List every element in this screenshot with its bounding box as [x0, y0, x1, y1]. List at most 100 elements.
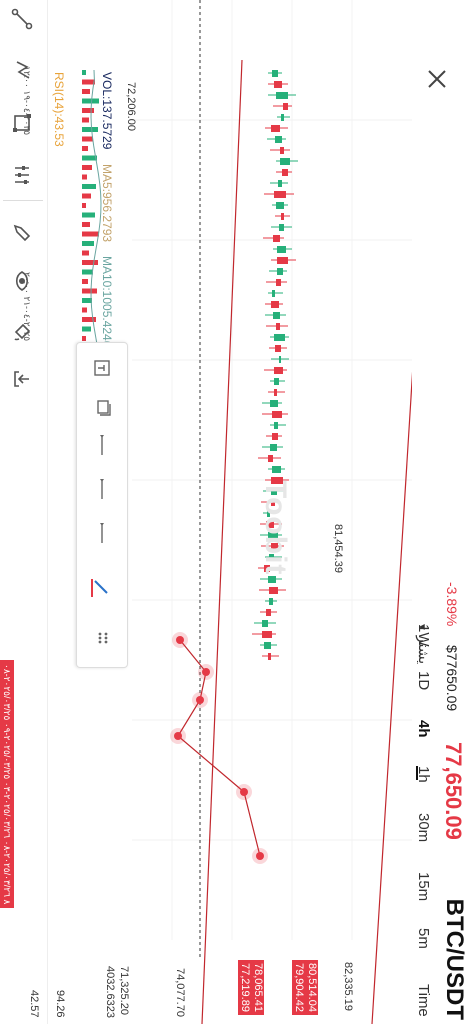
volume-bar: [82, 336, 86, 341]
candle-body: [272, 290, 275, 297]
volume-bar: [82, 269, 93, 275]
timeframe-bar: Time 5m 15m 30m 1h 4h 1D 1W: [412, 0, 472, 1024]
candle-body: [276, 92, 288, 99]
volume-bar: [82, 307, 87, 313]
tf-1d[interactable]: 1D: [415, 671, 432, 690]
drawing-point: [176, 636, 184, 644]
volume-bar: [82, 193, 91, 199]
connect-dots-icon[interactable]: [7, 4, 37, 34]
candle-body: [276, 279, 281, 286]
candle-body: [282, 169, 288, 176]
volume-bar: [82, 117, 89, 123]
candle-body: [275, 136, 282, 143]
line-style-1-icon: [100, 523, 104, 543]
price-axis-label-bottom: 74,077.70: [174, 968, 186, 1017]
tf-time[interactable]: Time: [415, 984, 432, 1017]
volume-bar: [82, 70, 86, 75]
candle-body: [269, 587, 278, 594]
tf-1w[interactable]: 1W: [415, 624, 432, 647]
tf-4h[interactable]: 4h: [415, 720, 432, 738]
trend-line-1: [371, 59, 412, 1024]
candle-body: [270, 444, 277, 451]
candle-body: [275, 345, 281, 352]
candle-body: [272, 433, 278, 440]
candle-body: [270, 400, 278, 407]
trend-line-2: [201, 59, 243, 1024]
drawing-point: [256, 852, 264, 860]
candle-body: [283, 103, 288, 110]
candle-body: [272, 70, 278, 77]
download-icon: [14, 371, 29, 387]
volume-bar: [82, 279, 88, 284]
pencil-tag-icon[interactable]: [7, 218, 37, 248]
candle-body: [274, 191, 286, 198]
candle-body: [274, 378, 279, 385]
download-icon[interactable]: [7, 364, 37, 394]
volume-bar: [82, 108, 94, 113]
candle-body: [271, 125, 280, 132]
connect-dots-icon: [11, 8, 33, 30]
pen-line-tool[interactable]: [89, 575, 115, 601]
volume-bar: [82, 222, 90, 227]
rsi-axis-label-2: 42.57: [28, 990, 40, 1018]
tf-30m[interactable]: 30m: [415, 813, 432, 842]
volume-bar: [82, 317, 96, 322]
volume-bar: [82, 79, 95, 85]
drawing-point: [240, 788, 248, 796]
candle-body: [274, 81, 282, 88]
line-style-3-icon: [100, 435, 104, 455]
toolbar-divider: [3, 200, 43, 201]
volume-bar: [82, 184, 96, 189]
text-tool[interactable]: [89, 355, 115, 381]
volume-axis-label-1: 71,325.20: [118, 966, 130, 1015]
volume-bar: [82, 260, 98, 265]
low-annotation: 72,206.00: [125, 82, 137, 131]
line-style-1[interactable]: [89, 521, 115, 547]
sliders-icon: [15, 166, 29, 184]
screen: BTC/USDT 77,650.09 $77650.09 -3.89% ▼ يش…: [0, 0, 472, 1024]
drawing-point: [174, 732, 182, 740]
line-style-2-icon: [100, 479, 104, 499]
price-tag-2: 79,904.42: [292, 960, 305, 1015]
price-tag-3: 78,065.41: [251, 960, 264, 1015]
candle-body: [273, 312, 280, 319]
time-label-1: ٢٠٢٥-٠٤-١٩ ١٢:٠٠: [22, 66, 32, 136]
tf-15m[interactable]: 15m: [415, 872, 432, 901]
line-style-3[interactable]: [89, 433, 115, 459]
ma5-indicator: MA5:956.2793: [100, 164, 114, 243]
candle-body: [274, 422, 278, 429]
candle-body: [277, 246, 286, 253]
candle-body: [279, 356, 281, 363]
candle-body: [276, 323, 280, 330]
candle-body: [280, 158, 290, 165]
candle-body: [272, 466, 281, 473]
volume-bar: [82, 241, 94, 246]
time-label-2: ٢٠٢٥-٠٤-٢١ ٢٠:٠٠: [22, 272, 32, 342]
rsi-axis-label-1: 94.26: [54, 990, 66, 1018]
grip-handle[interactable]: [89, 625, 115, 651]
price-tag-1: 80,514.04: [305, 960, 318, 1015]
volume-bar: [82, 136, 93, 142]
candle-body: [277, 268, 283, 275]
text-icon: [94, 360, 110, 376]
volume-bar: [82, 250, 89, 256]
candle-body: [269, 598, 273, 605]
volume-bar: [82, 174, 87, 180]
sliders-icon[interactable]: [7, 160, 37, 190]
drag-grip-icon: [98, 632, 108, 644]
candle-body: [272, 411, 282, 418]
candle-body: [268, 576, 276, 583]
drawing-tools-panel: [76, 342, 128, 668]
candle-body: [274, 367, 283, 374]
volume-bar: [82, 231, 99, 237]
layers-tool[interactable]: [89, 395, 115, 421]
candle-body: [274, 389, 277, 396]
volume-bar: [82, 326, 91, 332]
price-axis-label-top: 82,335.19: [342, 962, 354, 1011]
volume-axis-label-2: 4032.6323: [104, 966, 116, 1018]
line-style-2[interactable]: [89, 477, 115, 503]
volume-bar: [82, 212, 95, 218]
layers-icon: [97, 400, 111, 416]
tf-5m[interactable]: 5m: [415, 928, 432, 949]
crosshair-time-label: ٨ ٢٠٢٥/٠٣/٢٦-٠٨ ٢٠٢٥/٠٣/٢٦-٠٣ ٢٠٢٥/٠٣/٢٥…: [0, 660, 14, 909]
